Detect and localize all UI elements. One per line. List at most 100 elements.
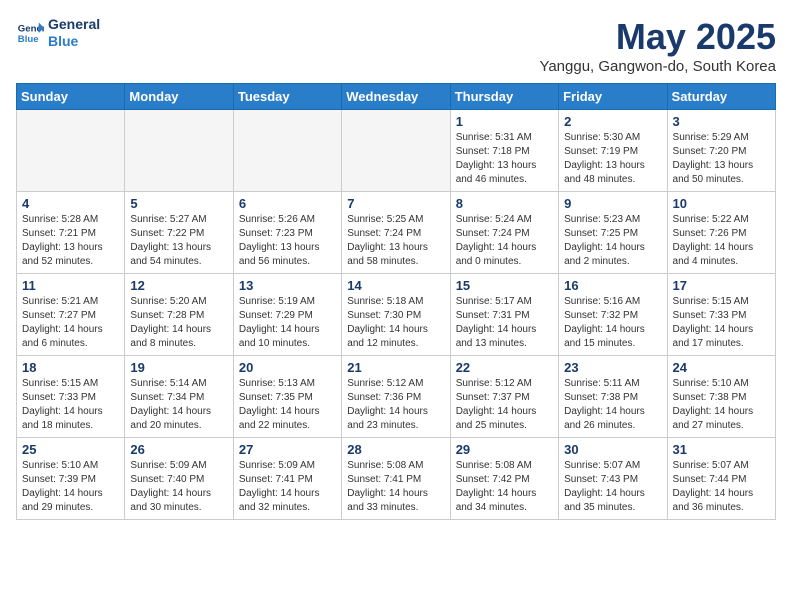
day-info: Sunrise: 5:13 AM Sunset: 7:35 PM Dayligh… xyxy=(239,377,336,433)
day-info: Sunrise: 5:09 AM Sunset: 7:41 PM Dayligh… xyxy=(239,459,336,515)
day-number: 6 xyxy=(239,196,336,211)
day-info: Sunrise: 5:10 AM Sunset: 7:38 PM Dayligh… xyxy=(673,377,770,433)
calendar-week-row: 4 Sunrise: 5:28 AM Sunset: 7:21 PM Daylig… xyxy=(17,192,776,274)
day-number: 17 xyxy=(673,278,770,293)
calendar-cell: 23 Sunrise: 5:11 AM Sunset: 7:38 PM Dayli… xyxy=(559,356,667,438)
day-number: 5 xyxy=(130,196,227,211)
calendar-cell: 15Sunrise: 5:17 AM Sunset: 7:31 PM Dayli… xyxy=(450,274,558,356)
calendar-cell: 8 Sunrise: 5:24 AM Sunset: 7:24 PM Daylig… xyxy=(450,192,558,274)
weekday-header-friday: Friday xyxy=(559,84,667,110)
day-number: 7 xyxy=(347,196,444,211)
day-info: Sunrise: 5:31 AM Sunset: 7:18 PM Dayligh… xyxy=(456,131,553,187)
calendar-cell: 14 Sunrise: 5:18 AM Sunset: 7:30 PM Dayli… xyxy=(342,274,450,356)
calendar-cell xyxy=(125,110,233,192)
calendar-cell: 20 Sunrise: 5:13 AM Sunset: 7:35 PM Dayli… xyxy=(233,356,341,438)
day-number: 11 xyxy=(22,278,119,293)
day-info: Sunrise: 5:19 AM Sunset: 7:29 PM Dayligh… xyxy=(239,295,336,351)
day-info: Sunrise: 5:22 AM Sunset: 7:26 PM Dayligh… xyxy=(673,213,770,269)
calendar-cell: 30 Sunrise: 5:07 AM Sunset: 7:43 PM Dayli… xyxy=(559,438,667,520)
day-info: Sunrise: 5:21 AM Sunset: 7:27 PM Dayligh… xyxy=(22,295,119,351)
weekday-header-sunday: Sunday xyxy=(17,84,125,110)
calendar-cell: 11 Sunrise: 5:21 AM Sunset: 7:27 PM Dayli… xyxy=(17,274,125,356)
calendar-cell: 16Sunrise: 5:16 AM Sunset: 7:32 PM Dayli… xyxy=(559,274,667,356)
day-info: Sunrise: 5:28 AM Sunset: 7:21 PM Dayligh… xyxy=(22,213,119,269)
calendar-cell: 12Sunrise: 5:20 AM Sunset: 7:28 PM Dayli… xyxy=(125,274,233,356)
svg-text:Blue: Blue xyxy=(18,34,39,45)
logo-text-blue: Blue xyxy=(48,33,100,50)
calendar-cell: 6 Sunrise: 5:26 AM Sunset: 7:23 PM Daylig… xyxy=(233,192,341,274)
day-number: 24 xyxy=(673,360,770,375)
day-info: Sunrise: 5:18 AM Sunset: 7:30 PM Dayligh… xyxy=(347,295,444,351)
day-info: Sunrise: 5:23 AM Sunset: 7:25 PM Dayligh… xyxy=(564,213,661,269)
day-number: 30 xyxy=(564,442,661,457)
calendar-cell: 3Sunrise: 5:29 AM Sunset: 7:20 PM Daylig… xyxy=(667,110,775,192)
day-info: Sunrise: 5:08 AM Sunset: 7:42 PM Dayligh… xyxy=(456,459,553,515)
day-info: Sunrise: 5:16 AM Sunset: 7:32 PM Dayligh… xyxy=(564,295,661,351)
day-number: 2 xyxy=(564,114,661,129)
calendar-cell xyxy=(342,110,450,192)
day-number: 26 xyxy=(130,442,227,457)
day-info: Sunrise: 5:14 AM Sunset: 7:34 PM Dayligh… xyxy=(130,377,227,433)
calendar-table: SundayMondayTuesdayWednesdayThursdayFrid… xyxy=(16,83,776,520)
day-number: 19 xyxy=(130,360,227,375)
logo: General Blue General Blue xyxy=(16,16,100,50)
calendar-cell xyxy=(233,110,341,192)
day-number: 8 xyxy=(456,196,553,211)
calendar-cell: 28 Sunrise: 5:08 AM Sunset: 7:41 PM Dayli… xyxy=(342,438,450,520)
day-info: Sunrise: 5:07 AM Sunset: 7:43 PM Dayligh… xyxy=(564,459,661,515)
weekday-header-monday: Monday xyxy=(125,84,233,110)
calendar-cell: 7 Sunrise: 5:25 AM Sunset: 7:24 PM Daylig… xyxy=(342,192,450,274)
calendar-cell: 9 Sunrise: 5:23 AM Sunset: 7:25 PM Daylig… xyxy=(559,192,667,274)
day-info: Sunrise: 5:30 AM Sunset: 7:19 PM Dayligh… xyxy=(564,131,661,187)
calendar-week-row: 25Sunrise: 5:10 AM Sunset: 7:39 PM Dayli… xyxy=(17,438,776,520)
day-number: 23 xyxy=(564,360,661,375)
day-info: Sunrise: 5:26 AM Sunset: 7:23 PM Dayligh… xyxy=(239,213,336,269)
day-number: 28 xyxy=(347,442,444,457)
weekday-header-thursday: Thursday xyxy=(450,84,558,110)
day-info: Sunrise: 5:07 AM Sunset: 7:44 PM Dayligh… xyxy=(673,459,770,515)
day-number: 20 xyxy=(239,360,336,375)
calendar-cell: 1 Sunrise: 5:31 AM Sunset: 7:18 PM Daylig… xyxy=(450,110,558,192)
logo-icon: General Blue xyxy=(16,19,44,47)
day-info: Sunrise: 5:09 AM Sunset: 7:40 PM Dayligh… xyxy=(130,459,227,515)
calendar-cell: 2 Sunrise: 5:30 AM Sunset: 7:19 PM Daylig… xyxy=(559,110,667,192)
day-number: 29 xyxy=(456,442,553,457)
location-subtitle: Yanggu, Gangwon-do, South Korea xyxy=(539,58,776,75)
day-number: 18 xyxy=(22,360,119,375)
day-info: Sunrise: 5:08 AM Sunset: 7:41 PM Dayligh… xyxy=(347,459,444,515)
day-info: Sunrise: 5:24 AM Sunset: 7:24 PM Dayligh… xyxy=(456,213,553,269)
calendar-cell: 29 Sunrise: 5:08 AM Sunset: 7:42 PM Dayli… xyxy=(450,438,558,520)
calendar-cell: 26 Sunrise: 5:09 AM Sunset: 7:40 PM Dayli… xyxy=(125,438,233,520)
calendar-cell: 19 Sunrise: 5:14 AM Sunset: 7:34 PM Dayli… xyxy=(125,356,233,438)
day-info: Sunrise: 5:25 AM Sunset: 7:24 PM Dayligh… xyxy=(347,213,444,269)
calendar-week-row: 11 Sunrise: 5:21 AM Sunset: 7:27 PM Dayli… xyxy=(17,274,776,356)
day-number: 12 xyxy=(130,278,227,293)
day-number: 15 xyxy=(456,278,553,293)
day-info: Sunrise: 5:10 AM Sunset: 7:39 PM Dayligh… xyxy=(22,459,119,515)
calendar-cell: 10 Sunrise: 5:22 AM Sunset: 7:26 PM Dayli… xyxy=(667,192,775,274)
day-number: 13 xyxy=(239,278,336,293)
weekday-header-row: SundayMondayTuesdayWednesdayThursdayFrid… xyxy=(17,84,776,110)
calendar-cell: 5 Sunrise: 5:27 AM Sunset: 7:22 PM Daylig… xyxy=(125,192,233,274)
day-number: 14 xyxy=(347,278,444,293)
day-info: Sunrise: 5:11 AM Sunset: 7:38 PM Dayligh… xyxy=(564,377,661,433)
calendar-cell: 4 Sunrise: 5:28 AM Sunset: 7:21 PM Daylig… xyxy=(17,192,125,274)
day-number: 9 xyxy=(564,196,661,211)
calendar-cell: 13 Sunrise: 5:19 AM Sunset: 7:29 PM Dayli… xyxy=(233,274,341,356)
calendar-cell: 22Sunrise: 5:12 AM Sunset: 7:37 PM Dayli… xyxy=(450,356,558,438)
day-number: 4 xyxy=(22,196,119,211)
calendar-week-row: 1 Sunrise: 5:31 AM Sunset: 7:18 PM Daylig… xyxy=(17,110,776,192)
calendar-cell: 24 Sunrise: 5:10 AM Sunset: 7:38 PM Dayli… xyxy=(667,356,775,438)
day-number: 1 xyxy=(456,114,553,129)
day-number: 10 xyxy=(673,196,770,211)
day-number: 31 xyxy=(673,442,770,457)
day-number: 22 xyxy=(456,360,553,375)
calendar-cell: 18Sunrise: 5:15 AM Sunset: 7:33 PM Dayli… xyxy=(17,356,125,438)
weekday-header-saturday: Saturday xyxy=(667,84,775,110)
day-number: 3 xyxy=(673,114,770,129)
calendar-cell: 21Sunrise: 5:12 AM Sunset: 7:36 PM Dayli… xyxy=(342,356,450,438)
day-info: Sunrise: 5:27 AM Sunset: 7:22 PM Dayligh… xyxy=(130,213,227,269)
logo-text-general: General xyxy=(48,16,100,33)
calendar-week-row: 18Sunrise: 5:15 AM Sunset: 7:33 PM Dayli… xyxy=(17,356,776,438)
day-info: Sunrise: 5:15 AM Sunset: 7:33 PM Dayligh… xyxy=(673,295,770,351)
